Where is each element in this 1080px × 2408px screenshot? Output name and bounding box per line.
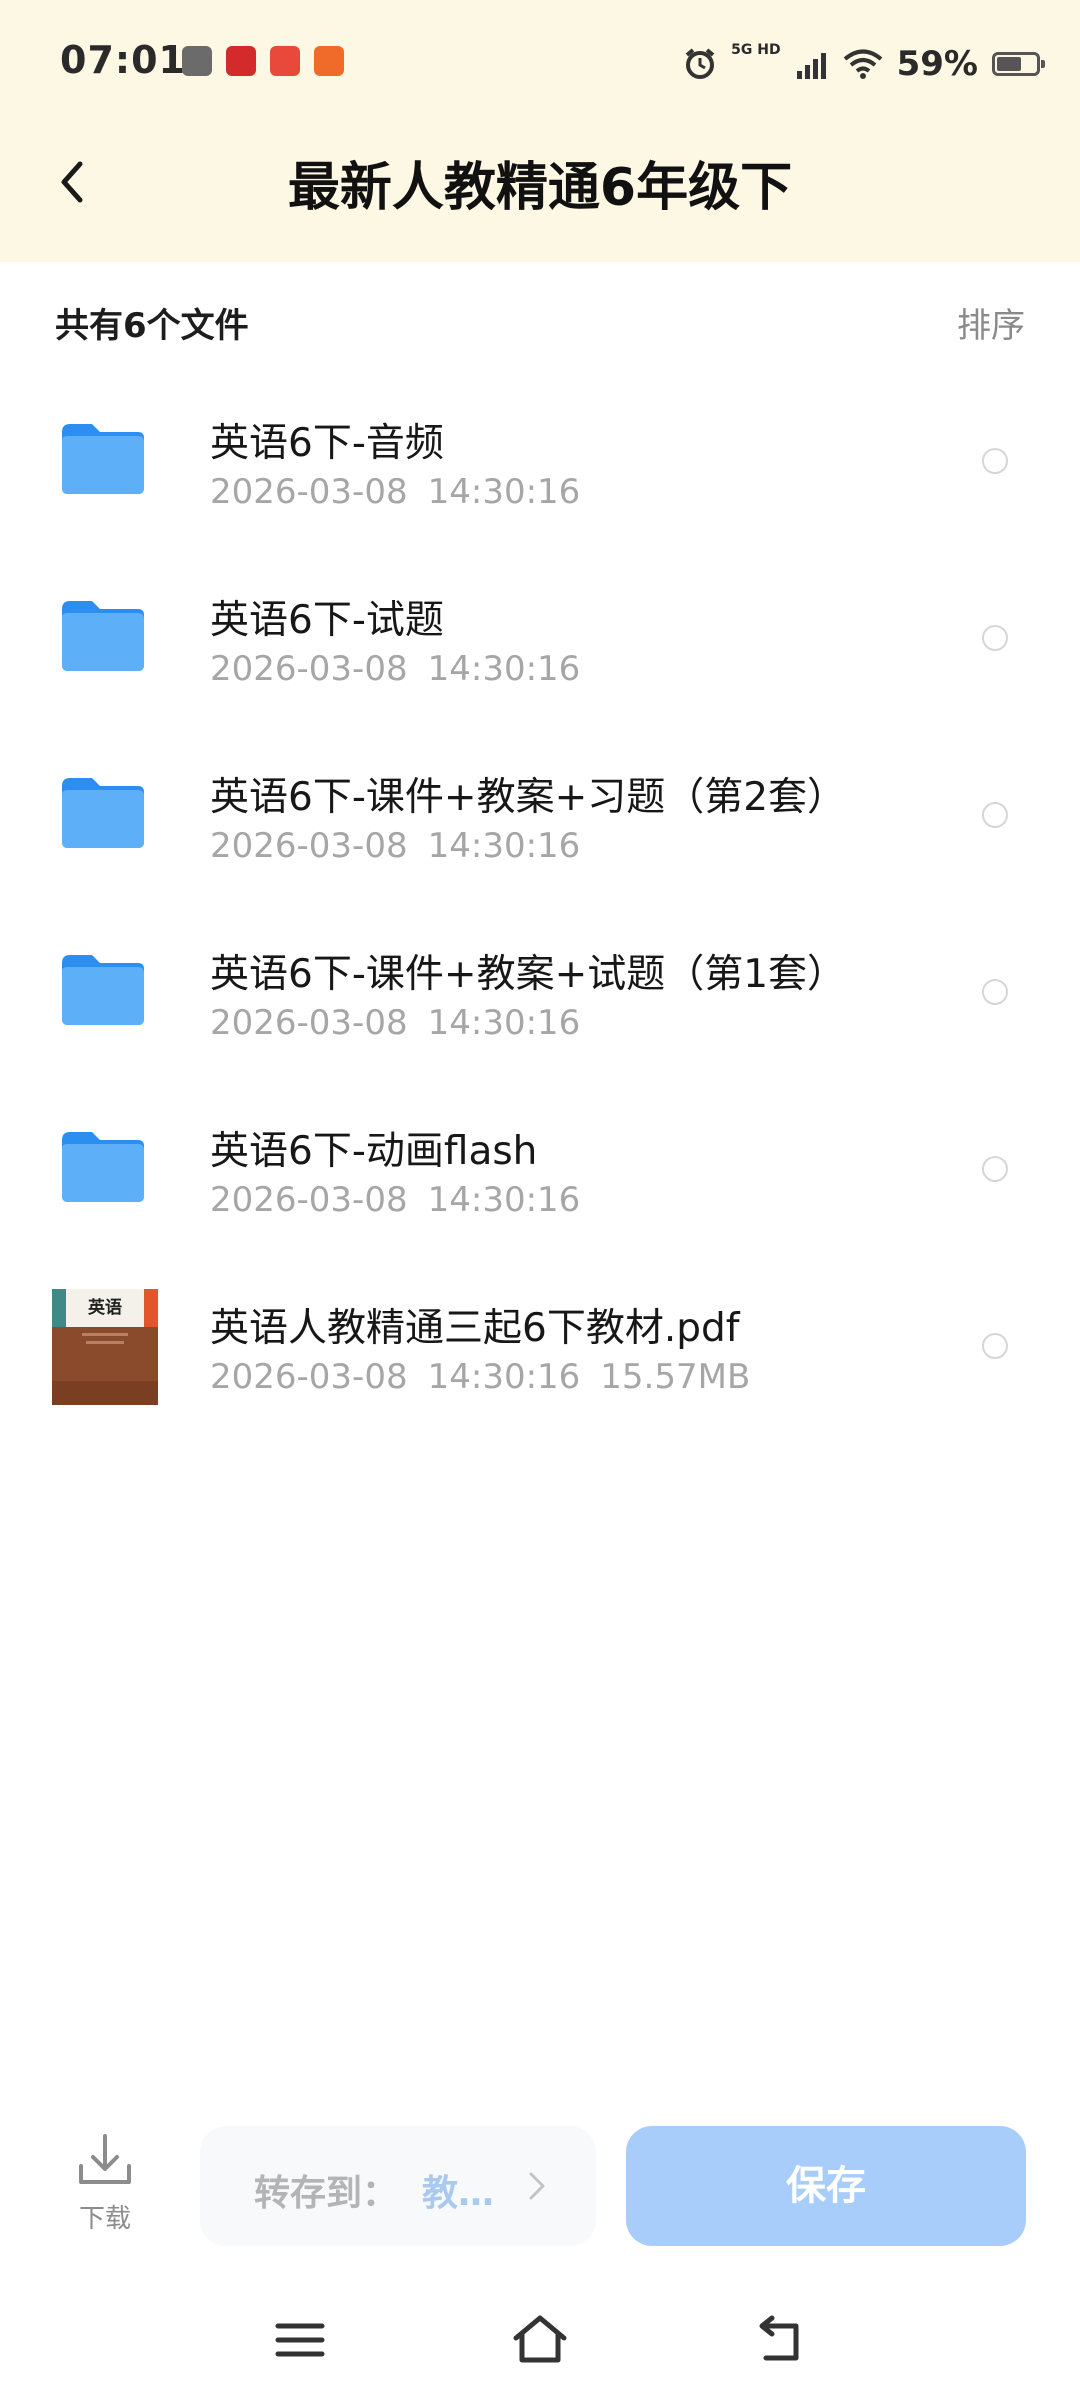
voice-app-icon — [182, 46, 212, 76]
save-to-folder: 教… — [422, 2173, 495, 2214]
menu-icon[interactable] — [270, 2310, 330, 2370]
download-label: 下载 — [78, 2204, 131, 2234]
file-list: 英语6下-音频 2026-03-08 14:30:16 英语6下-试题 2026-… — [0, 372, 1080, 1434]
file-meta: 2026-03-08 14:30:16 — [210, 649, 580, 689]
file-date: 2026-03-08 — [210, 826, 408, 866]
game-app-icon — [270, 46, 300, 76]
list-item[interactable]: 英语6下-动画flash 2026-03-08 14:30:16 — [0, 1080, 1080, 1257]
file-meta: 2026-03-08 14:30:16 — [210, 1003, 580, 1043]
sort-button[interactable]: 排序 — [957, 298, 1025, 347]
file-time: 14:30:16 — [427, 472, 581, 512]
file-name: 英语人教精通三起6下教材.pdf — [210, 1306, 740, 1351]
save-button[interactable]: 保存 — [626, 2126, 1026, 2246]
download-button[interactable]: 下载 — [70, 2130, 140, 2235]
save-to-selector[interactable]: 转存到： 教… — [200, 2126, 596, 2246]
file-name: 英语6下-课件+教案+试题（第1套） — [210, 952, 847, 997]
home-icon[interactable] — [510, 2310, 570, 2370]
select-radio[interactable] — [982, 448, 1008, 474]
signal-icon — [796, 53, 826, 79]
folder-icon — [62, 424, 144, 494]
save-to-label: 转存到： — [254, 2173, 399, 2214]
network-type: 5G HD — [731, 42, 781, 58]
list-item[interactable]: 英语6下-课件+教案+试题（第1套） 2026-03-08 14:30:16 — [0, 903, 1080, 1080]
select-radio[interactable] — [982, 625, 1008, 651]
file-time: 14:30:16 — [427, 1357, 581, 1397]
folder-icon — [62, 1132, 144, 1202]
chevron-right-icon — [529, 2172, 545, 2200]
file-name: 英语6下-动画flash — [210, 1129, 538, 1174]
shopping-app-icon — [314, 46, 344, 76]
wifi-icon — [843, 49, 882, 79]
pdf-thumbnail-icon: 英语 — [52, 1289, 158, 1405]
folder-icon — [62, 601, 144, 671]
status-time: 07:01 — [60, 38, 186, 82]
select-radio[interactable] — [982, 1156, 1008, 1182]
file-size: 15.57MB — [600, 1357, 751, 1397]
file-date: 2026-03-08 — [210, 1003, 408, 1043]
list-item[interactable]: 英语6下-课件+教案+习题（第2套） 2026-03-08 14:30:16 — [0, 726, 1080, 903]
select-radio[interactable] — [982, 802, 1008, 828]
alarm-icon — [685, 48, 715, 79]
file-date: 2026-03-08 — [210, 1357, 408, 1397]
list-item[interactable]: 英语 英语人教精通三起6下教材.pdf 2026-03-08 14:30:16 15… — [0, 1257, 1080, 1434]
battery-percent: 59% — [896, 44, 978, 84]
file-time: 14:30:16 — [427, 649, 581, 689]
folder-icon — [62, 778, 144, 848]
page-title: 最新人教精通6年级下 — [287, 158, 793, 218]
news-app-icon — [226, 46, 256, 76]
list-item[interactable]: 英语6下-音频 2026-03-08 14:30:16 — [0, 372, 1080, 549]
file-meta: 2026-03-08 14:30:16 — [210, 472, 580, 512]
select-radio[interactable] — [982, 1333, 1008, 1359]
file-time: 14:30:16 — [427, 1180, 581, 1220]
list-item[interactable]: 英语6下-试题 2026-03-08 14:30:16 — [0, 549, 1080, 726]
file-time: 14:30:16 — [427, 826, 581, 866]
thumbnail-text: 英语 — [88, 1297, 122, 1318]
battery-icon — [992, 52, 1045, 76]
file-date: 2026-03-08 — [210, 649, 408, 689]
back-nav-icon[interactable] — [750, 2310, 810, 2370]
file-name: 英语6下-音频 — [210, 421, 444, 466]
file-meta: 2026-03-08 14:30:16 — [210, 826, 580, 866]
file-meta: 2026-03-08 14:30:16 15.57MB — [210, 1357, 750, 1397]
file-date: 2026-03-08 — [210, 472, 408, 512]
download-icon — [79, 2134, 131, 2184]
select-radio[interactable] — [982, 979, 1008, 1005]
file-date: 2026-03-08 — [210, 1180, 408, 1220]
file-count: 共有6个文件 — [55, 306, 249, 346]
file-name: 英语6下-试题 — [210, 598, 444, 643]
status-bar: 07:01 5G HD 59% — [0, 0, 1080, 130]
file-time: 14:30:16 — [427, 1003, 581, 1043]
folder-icon — [62, 955, 144, 1025]
file-meta: 2026-03-08 14:30:16 — [210, 1180, 580, 1220]
file-name: 英语6下-课件+教案+习题（第2套） — [210, 775, 847, 820]
